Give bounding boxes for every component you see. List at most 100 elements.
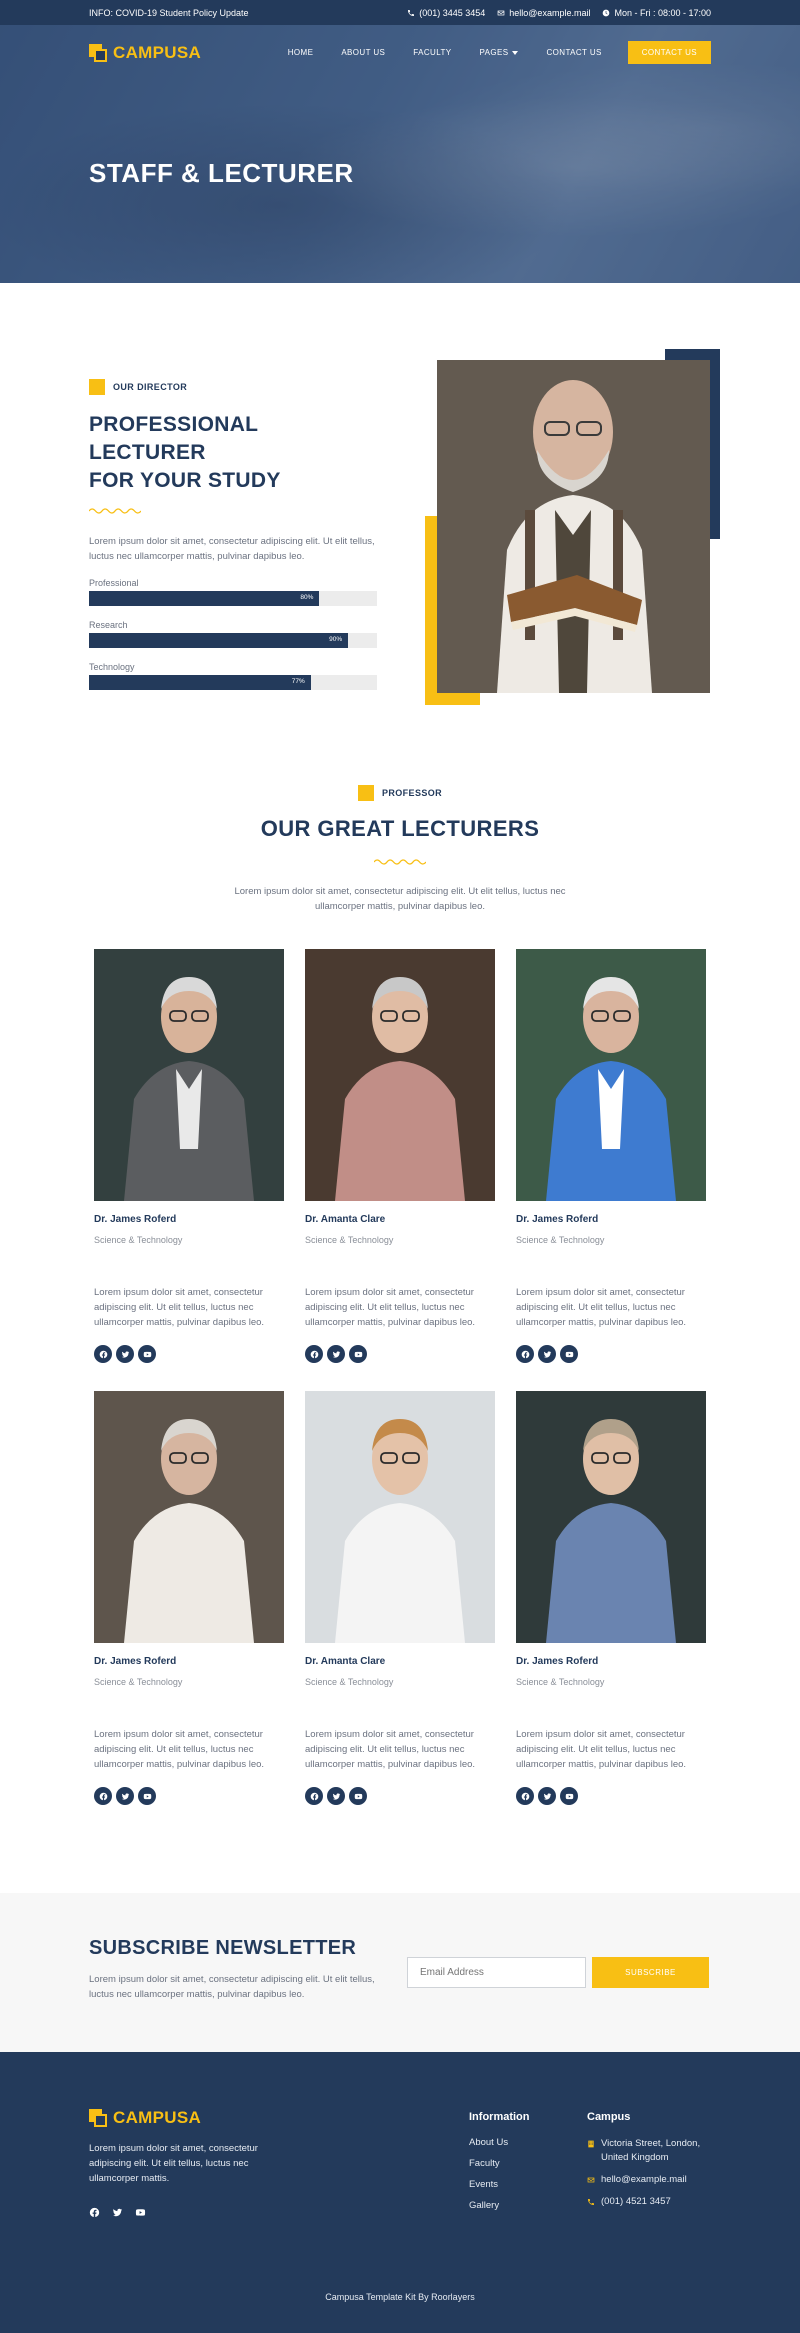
lecturer-photo[interactable]: [516, 1391, 706, 1643]
footer-address: Victoria Street, London, United Kingdom: [587, 2137, 717, 2165]
facebook-icon[interactable]: [516, 1787, 534, 1805]
topbar-phone[interactable]: (001) 3445 3454: [407, 8, 485, 18]
director-text: OUR DIRECTOR PROFESSIONAL LECTURER FOR Y…: [88, 379, 379, 690]
lecturer-bio: Lorem ipsum dolor sit amet, consectetur …: [305, 1287, 476, 1328]
skill-track: 90%: [89, 633, 377, 648]
lecturer-bio: Lorem ipsum dolor sit amet, consectetur …: [516, 1287, 687, 1328]
youtube-icon[interactable]: [349, 1787, 367, 1805]
lecturers-title: OUR GREAT LECTURERS: [260, 816, 540, 841]
lecturer-card: Dr. James Roferd Science & Technology Lore…: [94, 1391, 284, 1805]
footer-link-events[interactable]: Events: [469, 2179, 530, 2190]
footer-about: Lorem ipsum dolor sit amet, consectetur …: [89, 2143, 258, 2184]
facebook-icon[interactable]: [516, 1345, 534, 1363]
building-icon: [588, 2140, 594, 2148]
footer-link-gallery[interactable]: Gallery: [469, 2200, 530, 2211]
subscribe-button[interactable]: SUBSCRIBE: [592, 1957, 709, 1988]
mail-icon: [497, 10, 505, 15]
site-footer: CAMPUSA Lorem ipsum dolor sit amet, cons…: [0, 2052, 800, 2333]
newsletter-title: SUBSCRIBE NEWSLETTER: [89, 1937, 357, 1959]
brand-name: CAMPUSA: [113, 42, 202, 62]
skill-percent: 90%: [329, 636, 343, 643]
lecturer-card: Dr. James Roferd Science & Technology Lore…: [516, 1391, 706, 1805]
brand-logo[interactable]: CAMPUSA: [89, 43, 201, 63]
nav-item-home[interactable]: HOME: [274, 48, 328, 57]
twitter-icon[interactable]: [327, 1787, 345, 1805]
director-title-line2: FOR YOUR STUDY: [89, 469, 281, 492]
twitter-icon[interactable]: [538, 1345, 556, 1363]
eyebrow-square-icon: [357, 785, 374, 801]
footer-logo[interactable]: CAMPUSA: [89, 2108, 201, 2128]
footer-phone-text: (001) 4521 3457: [601, 2196, 671, 2207]
lecturer-bio: Lorem ipsum dolor sit amet, consectetur …: [516, 1729, 687, 1770]
lecturer-photo[interactable]: [305, 949, 495, 1201]
lecturer-name[interactable]: Dr. Amanta Clare: [305, 1656, 495, 1667]
youtube-icon[interactable]: [560, 1345, 578, 1363]
facebook-icon[interactable]: [305, 1787, 323, 1805]
skill-fill: 90%: [89, 633, 349, 648]
director-photo-block: [425, 349, 720, 705]
twitter-icon[interactable]: [538, 1787, 556, 1805]
newsletter-description: Lorem ipsum dolor sit amet, consectetur …: [89, 1974, 375, 2000]
youtube-icon[interactable]: [138, 1345, 156, 1363]
lecturer-name[interactable]: Dr. James Roferd: [94, 1214, 284, 1225]
lecturers-eyebrow: PROFESSOR: [0, 785, 800, 801]
twitter-icon[interactable]: [116, 1787, 134, 1805]
nav-item-about[interactable]: ABOUT US: [327, 48, 399, 57]
youtube-icon[interactable]: [349, 1345, 367, 1363]
skill-track: 77%: [89, 675, 377, 690]
lecturer-role: Science & Technology: [94, 1235, 183, 1245]
director-title: PROFESSIONAL LECTURER FOR YOUR STUDY: [89, 411, 379, 495]
skill-label: Professional: [89, 578, 139, 588]
footer-link-faculty[interactable]: Faculty: [469, 2158, 530, 2169]
youtube-icon[interactable]: [135, 2207, 146, 2218]
phone-icon: [408, 9, 415, 16]
lecturer-photo[interactable]: [516, 949, 706, 1201]
lecturer-socials: [94, 1345, 284, 1363]
youtube-icon[interactable]: [560, 1787, 578, 1805]
twitter-icon[interactable]: [327, 1345, 345, 1363]
lecturer-card: Dr. Amanta Clare Science & Technology Lore…: [305, 1391, 495, 1805]
facebook-icon[interactable]: [305, 1345, 323, 1363]
footer-phone[interactable]: (001) 4521 3457: [587, 2195, 717, 2209]
top-bar: INFO: COVID-19 Student Policy Update (00…: [0, 0, 800, 25]
topbar-info-link[interactable]: INFO: COVID-19 Student Policy Update: [89, 8, 249, 18]
twitter-icon[interactable]: [116, 1345, 134, 1363]
footer-link-about[interactable]: About Us: [469, 2137, 530, 2148]
lecturer-role: Science & Technology: [305, 1235, 394, 1245]
contact-us-button[interactable]: CONTACT US: [627, 41, 711, 64]
director-eyebrow: OUR DIRECTOR: [89, 379, 379, 395]
caret-down-icon: [512, 50, 519, 55]
skill-bar: Professional 80%: [89, 578, 379, 606]
topbar-email[interactable]: hello@example.mail: [497, 8, 590, 18]
nav-item-faculty[interactable]: FACULTY: [399, 48, 465, 57]
skill-label: Research: [89, 620, 128, 630]
facebook-icon[interactable]: [94, 1345, 112, 1363]
youtube-icon[interactable]: [138, 1787, 156, 1805]
footer-campus-title: Campus: [587, 2111, 631, 2123]
newsletter-email-input[interactable]: [407, 1957, 586, 1988]
lecturer-card: Dr. Amanta Clare Science & Technology Lore…: [305, 949, 495, 1363]
facebook-icon[interactable]: [94, 1787, 112, 1805]
lecturer-role: Science & Technology: [94, 1677, 183, 1687]
lecturer-photo[interactable]: [94, 949, 284, 1201]
lecturer-name[interactable]: Dr. Amanta Clare: [305, 1214, 495, 1225]
mail-icon: [587, 2177, 595, 2183]
lecturer-bio: Lorem ipsum dolor sit amet, consectetur …: [305, 1729, 476, 1770]
lecturer-photo[interactable]: [94, 1391, 284, 1643]
footer-email[interactable]: hello@example.mail: [587, 2173, 717, 2187]
facebook-icon[interactable]: [89, 2207, 100, 2218]
skill-fill: 77%: [89, 675, 311, 690]
lecturer-name[interactable]: Dr. James Roferd: [94, 1656, 284, 1667]
footer-socials: [89, 2207, 146, 2218]
main-nav: CAMPUSA HOME ABOUT US FACULTY PAGES CONT…: [89, 25, 711, 80]
lecturer-bio: Lorem ipsum dolor sit amet, consectetur …: [94, 1287, 265, 1328]
director-eyebrow-label: OUR DIRECTOR: [113, 382, 188, 392]
page-title: STAFF & LECTURER: [89, 158, 354, 188]
nav-item-pages[interactable]: PAGES: [465, 48, 532, 57]
logo-mark-icon: [89, 43, 107, 62]
lecturer-name[interactable]: Dr. James Roferd: [516, 1656, 706, 1667]
lecturer-photo[interactable]: [305, 1391, 495, 1643]
twitter-icon[interactable]: [112, 2207, 123, 2218]
nav-item-contact[interactable]: CONTACT US: [532, 48, 615, 57]
lecturer-name[interactable]: Dr. James Roferd: [516, 1214, 706, 1225]
